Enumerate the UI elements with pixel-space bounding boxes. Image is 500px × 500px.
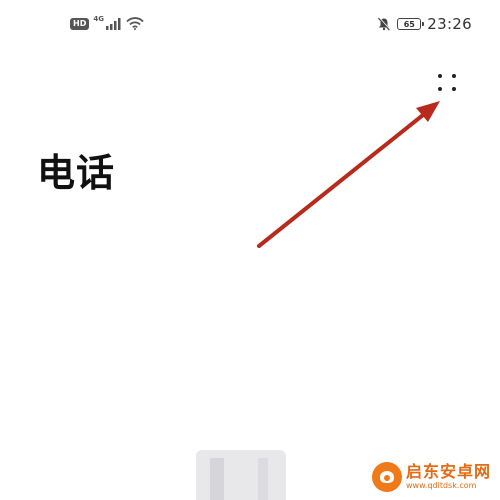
watermark-logo-icon [372, 462, 402, 492]
four-dots-icon [438, 74, 442, 78]
network-type-label: 4G [93, 14, 104, 23]
status-left: HD 4G [70, 14, 144, 30]
four-dots-icon-dot [452, 74, 456, 78]
illustration-bookmark [210, 458, 224, 500]
watermark-url: www.qdltdsk.com [406, 481, 477, 490]
battery-icon: 65 [397, 18, 425, 30]
status-bar: HD 4G 65 23:26 [0, 0, 500, 52]
hd-icon: HD [70, 17, 90, 30]
watermark-name: 启东安卓网 [406, 462, 492, 481]
battery-level: 65 [403, 19, 415, 29]
illustration-stripe [258, 458, 268, 500]
page-title: 电话 [37, 151, 116, 195]
wifi-icon [126, 17, 144, 30]
four-dots-icon-dot [452, 87, 456, 91]
empty-state-illustration [196, 450, 286, 500]
bell-muted-icon [378, 17, 391, 31]
watermark-text: 启东安卓网 www.qdltdsk.com [406, 464, 491, 490]
signal-icon [105, 17, 121, 30]
more-options-button[interactable] [432, 68, 468, 104]
annotation-arrow [257, 101, 440, 248]
status-right: 65 23:26 [377, 15, 472, 33]
four-dots-icon-dot [438, 87, 442, 91]
site-watermark: 启东安卓网 www.qdltdsk.com [372, 456, 498, 498]
status-time: 23:26 [427, 15, 472, 33]
